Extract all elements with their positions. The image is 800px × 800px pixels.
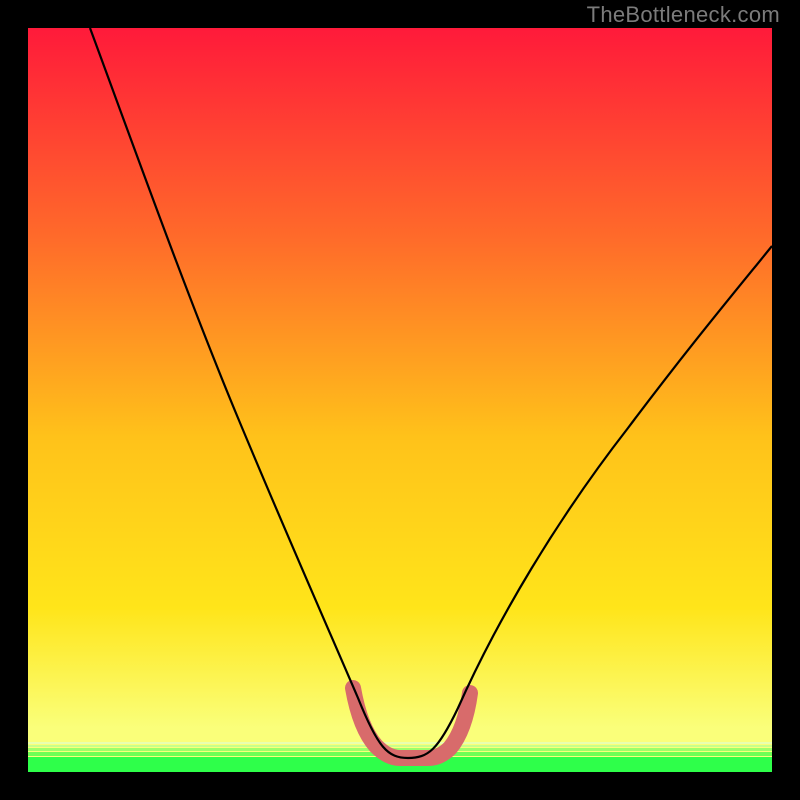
bottleneck-curve-svg	[28, 28, 772, 772]
plot-area	[28, 28, 772, 772]
watermark-text: TheBottleneck.com	[587, 2, 780, 28]
outer-frame: TheBottleneck.com	[0, 0, 800, 800]
curve-highlight	[353, 688, 470, 758]
bottleneck-curve	[90, 28, 772, 758]
